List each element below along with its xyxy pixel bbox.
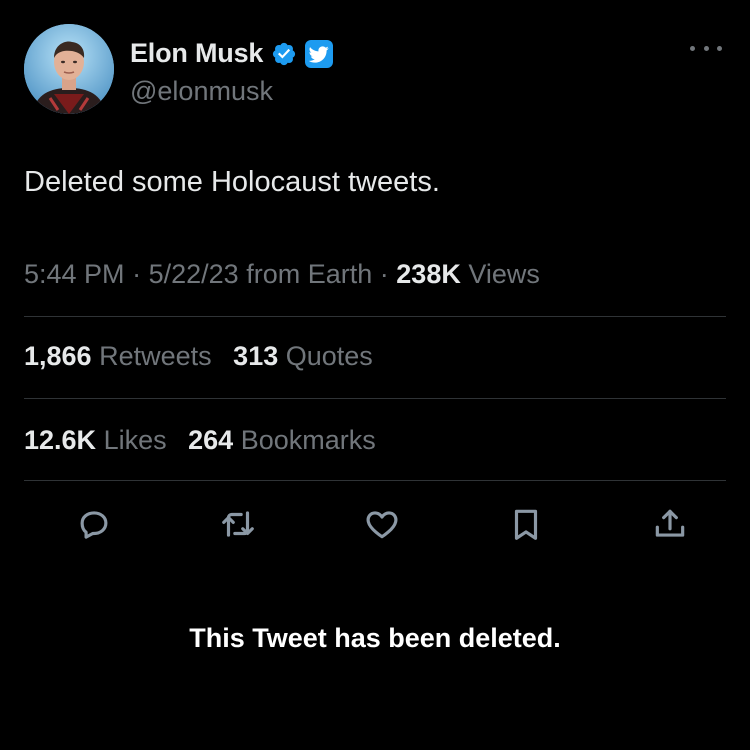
- bookmarks-count: 264: [188, 425, 234, 455]
- name-row: Elon Musk: [130, 38, 334, 69]
- share-button[interactable]: [648, 502, 692, 546]
- handle[interactable]: @elonmusk: [130, 76, 273, 107]
- views-label: Views: [468, 259, 540, 289]
- action-bar: [72, 502, 692, 546]
- like-button[interactable]: [360, 502, 404, 546]
- bookmarks-stat[interactable]: 264 Bookmarks: [188, 425, 376, 455]
- meta-separator: ·: [379, 259, 389, 289]
- like-icon: [366, 511, 398, 539]
- bookmarks-label: Bookmarks: [240, 425, 376, 455]
- retweet-icon: [222, 511, 254, 537]
- twitter-bird-icon: [305, 39, 334, 68]
- likes-stat[interactable]: 12.6K Likes: [24, 425, 167, 455]
- divider: [24, 398, 726, 399]
- tweet-header: Elon Musk @elonmusk: [24, 24, 726, 116]
- more-dot: [703, 45, 709, 51]
- tweet-text: Deleted some Holocaust tweets.: [24, 166, 440, 198]
- retweets-stat[interactable]: 1,866 Retweets: [24, 341, 212, 371]
- quotes-stat[interactable]: 313 Quotes: [233, 341, 373, 371]
- views-count: 238K: [396, 259, 461, 289]
- quotes-count: 313: [233, 341, 279, 371]
- stats-row-shares: 1,866 Retweets 313 Quotes: [24, 341, 387, 372]
- likes-label: Likes: [103, 425, 167, 455]
- deleted-notice: This Tweet has been deleted.: [189, 623, 561, 653]
- reply-icon: [80, 511, 108, 539]
- divider: [24, 316, 726, 317]
- retweets-count: 1,866: [24, 341, 92, 371]
- more-dot: [717, 45, 722, 51]
- share-icon: [655, 509, 685, 537]
- bookmark-button[interactable]: [504, 502, 548, 546]
- avatar[interactable]: [24, 24, 114, 114]
- reply-button[interactable]: [72, 502, 116, 546]
- tweet-time[interactable]: 5:44 PM: [24, 259, 125, 289]
- retweets-label: Retweets: [99, 341, 212, 371]
- tweet-meta: 5:44 PM · 5/22/23 from Earth · 238K View…: [24, 259, 540, 290]
- verified-badge-icon: [271, 41, 297, 67]
- display-name[interactable]: Elon Musk: [130, 38, 263, 69]
- retweet-button[interactable]: [216, 502, 260, 546]
- more-options-icon[interactable]: [690, 42, 722, 54]
- tweet-source: from Earth: [246, 259, 373, 289]
- avatar-image: [24, 24, 114, 114]
- tweet-date[interactable]: 5/22/23: [149, 259, 239, 289]
- more-dot: [690, 45, 695, 51]
- stats-row-engagement: 12.6K Likes 264 Bookmarks: [24, 425, 390, 456]
- likes-count: 12.6K: [24, 425, 97, 455]
- divider: [24, 480, 726, 481]
- quotes-label: Quotes: [285, 341, 373, 371]
- meta-separator: ·: [132, 259, 142, 289]
- bookmark-icon: [514, 509, 538, 540]
